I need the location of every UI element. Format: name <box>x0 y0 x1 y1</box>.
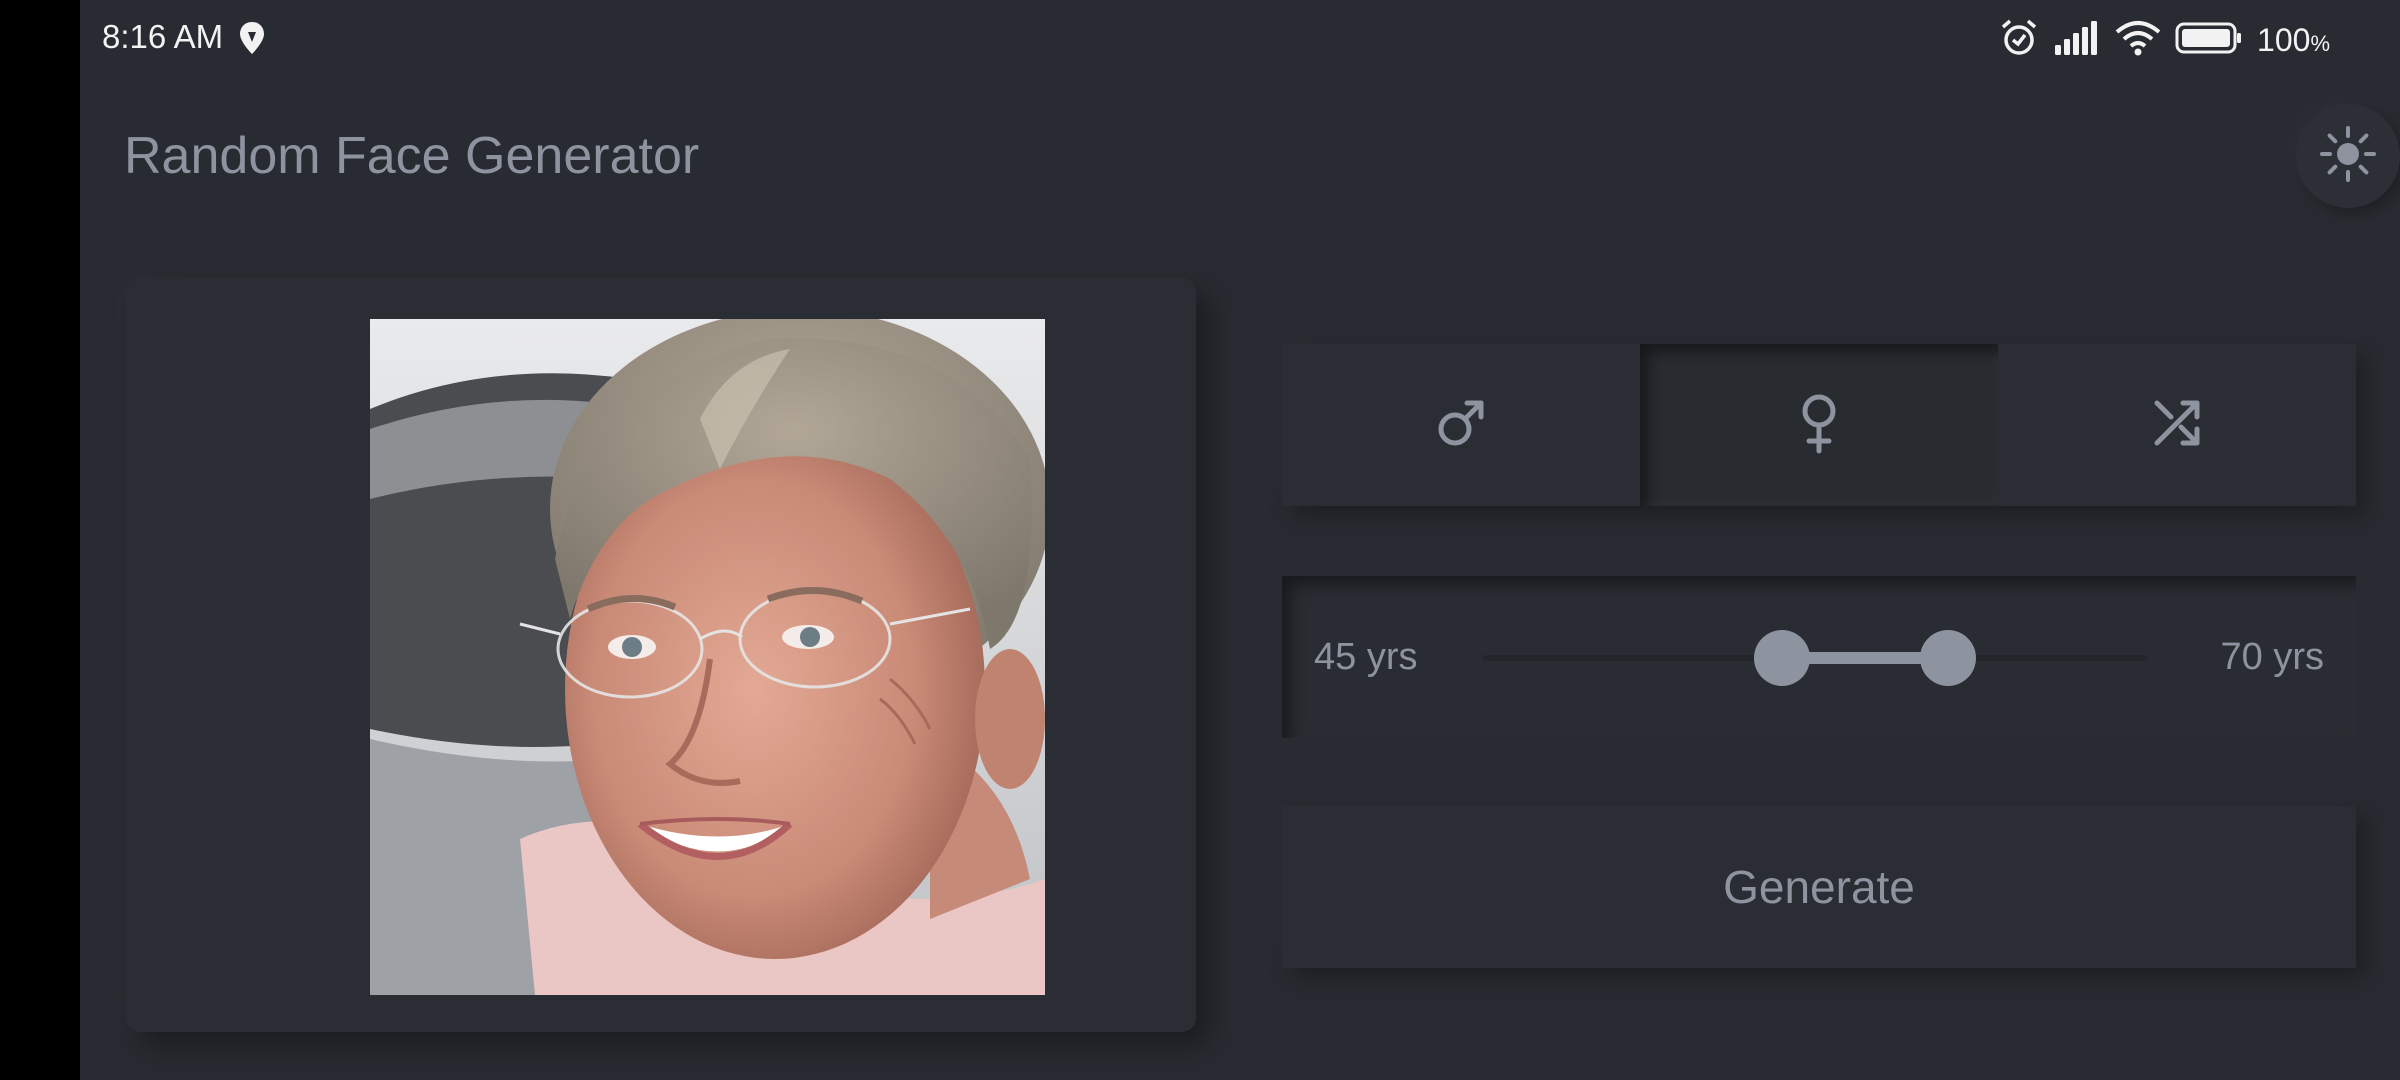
gender-selector <box>1282 344 2356 506</box>
male-icon <box>1433 395 1489 456</box>
battery-icon <box>2175 21 2243 60</box>
status-icons: 100% <box>1999 18 2330 63</box>
face-card <box>126 278 1196 1032</box>
location-icon <box>238 20 266 61</box>
page-title: Random Face Generator <box>124 127 700 185</box>
sun-icon <box>2318 124 2378 189</box>
status-time: 8:16 AM <box>102 18 224 55</box>
battery-percent: 100% <box>2257 22 2330 58</box>
app-screen: 8:16 AM 100% Random Face Generator 45 yr… <box>80 0 2400 1080</box>
age-min-label: 45 yrs <box>1314 636 1418 678</box>
gender-random-button[interactable] <box>1998 344 2356 506</box>
age-max-thumb[interactable] <box>1920 630 1977 686</box>
signal-icon <box>2053 21 2101 60</box>
gender-male-button[interactable] <box>1282 344 1640 506</box>
age-range-panel: 45 yrs 70 yrs <box>1282 576 2356 738</box>
generated-face-image <box>370 319 1045 995</box>
age-max-label: 70 yrs <box>2220 636 2324 678</box>
wifi-icon <box>2115 20 2161 61</box>
female-icon <box>1795 391 1843 460</box>
theme-toggle-button[interactable] <box>2296 104 2400 208</box>
shuffle-icon <box>2149 395 2205 456</box>
age-range-slider[interactable] <box>1482 630 2148 686</box>
screen-edge <box>0 0 80 1080</box>
generate-button[interactable]: Generate <box>1282 806 2356 968</box>
gender-female-button[interactable] <box>1640 344 1998 506</box>
status-bar: 8:16 AM 100% <box>80 0 2400 80</box>
alarm-icon <box>1999 18 2039 63</box>
age-min-thumb[interactable] <box>1753 630 1810 686</box>
